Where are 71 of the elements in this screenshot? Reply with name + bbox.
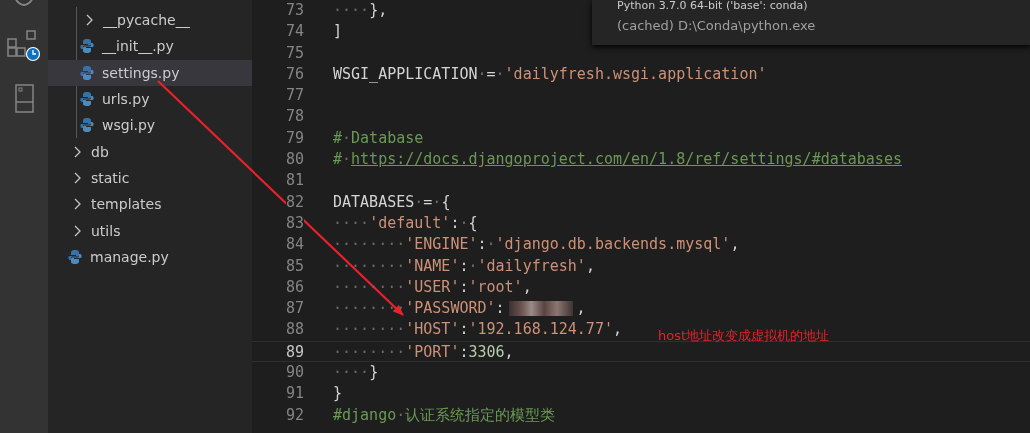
code-text: ,: [576, 298, 586, 320]
file-tree-item[interactable]: static: [48, 164, 252, 192]
string-literal: 'root': [468, 276, 523, 298]
whitespace-dots: ········: [333, 341, 406, 362]
code-comment: #django: [333, 404, 397, 426]
file-tree-item[interactable]: db: [48, 138, 252, 165]
code-text: =: [423, 191, 433, 213]
code-text: ]: [333, 21, 343, 43]
code-text: }: [333, 383, 343, 405]
code-text: :: [459, 255, 469, 277]
code-text: :: [450, 212, 460, 234]
whitespace-dots: ····: [333, 212, 370, 234]
whitespace-dots: ·: [414, 191, 424, 213]
whitespace-dots: ·: [477, 63, 487, 85]
number-literal: 3306: [468, 341, 505, 362]
whitespace-dots: ········: [333, 319, 406, 341]
file-tree-item[interactable]: settings.py: [48, 59, 252, 86]
string-literal: 'PASSWORD': [405, 298, 496, 320]
code-text: :: [459, 319, 469, 341]
code-text: :: [477, 234, 487, 256]
whitespace-dots: ····: [333, 0, 370, 21]
whitespace-dots: ·: [342, 149, 352, 171]
tooltip-text: (cached) D:\Conda\python.exe: [617, 17, 817, 35]
code-comment: #: [333, 127, 343, 149]
code-text: ,: [585, 255, 595, 277]
string-literal: 'HOST': [405, 319, 460, 341]
whitespace-dots: ····: [333, 362, 370, 384]
code-text: }: [369, 362, 379, 384]
code-comment: 认证系统指定的模型类: [405, 404, 556, 426]
file-tree-item[interactable]: urls.py: [48, 85, 252, 113]
file-tree-item[interactable]: templates: [48, 191, 252, 218]
whitespace-dots: ·: [495, 63, 505, 85]
file-tree-item[interactable]: __init__.py: [48, 33, 252, 60]
code-text: ,: [730, 234, 740, 256]
tooltip-text: Python 3.7.0 64-bit ('base': conda): [617, 0, 809, 13]
whitespace-dots: ·: [396, 404, 406, 426]
code-text: ,: [612, 319, 622, 341]
code-text: {: [468, 212, 478, 234]
file-tree-item[interactable]: manage.py: [48, 243, 252, 270]
code-text: =: [486, 63, 496, 85]
file-tree-item[interactable]: utils: [48, 217, 252, 244]
string-literal: 'PORT': [405, 341, 460, 362]
code-text: :: [459, 276, 469, 298]
string-literal: 'django.db.backends.mysql': [495, 234, 731, 256]
code-text: DATABASES: [333, 191, 415, 213]
whitespace-dots: ·: [459, 212, 469, 234]
string-literal: '192.168.124.77': [468, 319, 613, 341]
code-comment: Database: [351, 127, 424, 149]
string-literal: 'ENGINE': [405, 234, 478, 256]
string-literal: 'dailyfresh': [477, 255, 586, 277]
code-text: :: [495, 298, 505, 320]
code-text: :: [459, 341, 469, 362]
code-text: {: [441, 191, 451, 213]
code-text: },: [369, 0, 388, 21]
whitespace-dots: ·: [486, 234, 496, 256]
code-text: WSGI_APPLICATION: [333, 63, 478, 85]
code-text: ,: [504, 341, 514, 362]
annotation-text: host地址改变成虚拟机的地址: [658, 327, 830, 345]
file-tree-item[interactable]: wsgi.py: [48, 112, 252, 139]
code-text: ,: [522, 276, 532, 298]
string-literal: 'NAME': [405, 255, 460, 277]
string-literal: 'default': [369, 212, 451, 234]
whitespace-dots: ········: [333, 234, 406, 256]
code-comment: #: [333, 149, 343, 171]
string-literal: 'dailyfresh.wsgi.application': [504, 63, 767, 85]
whitespace-dots: ·: [468, 255, 478, 277]
string-literal: 'USER': [405, 276, 460, 298]
comment-link[interactable]: https://docs.djangoproject.com/en/1.8/ref/settings/#databases: [351, 149, 902, 171]
file-tree-item[interactable]: __pycache__: [48, 7, 252, 34]
whitespace-dots: ·: [432, 191, 442, 213]
whitespace-dots: ·: [342, 127, 352, 149]
